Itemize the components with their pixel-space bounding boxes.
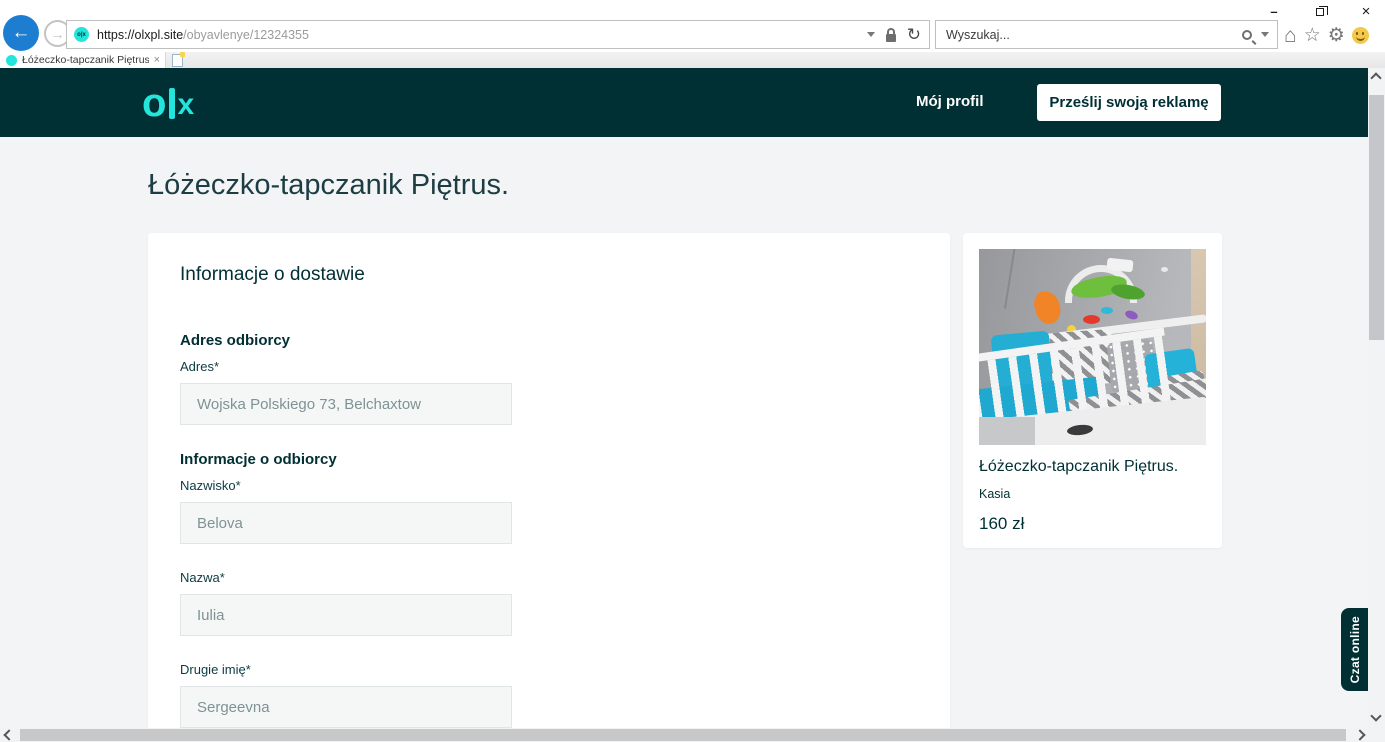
feedback-smiley-icon[interactable] — [1352, 27, 1369, 44]
address-bar-controls: ↻ — [867, 26, 921, 43]
chat-online-label: Czat online — [1348, 616, 1362, 683]
logo-bar — [169, 88, 175, 119]
image-wall-mark — [1161, 267, 1168, 272]
site-header: o x Mój profil Prześlij swoją reklamę — [0, 68, 1368, 137]
group-heading: Informacje o odbiorcy — [180, 451, 918, 468]
browser-toolbar: ⌂ ☆ ⚙ — [1284, 22, 1382, 48]
browser-window: – × ← → o|x https://olxpl.site/obyavleny… — [0, 0, 1385, 742]
close-icon: × — [1362, 3, 1371, 20]
vertical-scrollbar-thumb[interactable] — [1369, 95, 1384, 340]
restore-button[interactable] — [1309, 3, 1331, 20]
drugie-imie-field[interactable] — [180, 686, 512, 728]
tab-close-icon[interactable]: × — [154, 55, 160, 66]
page-content: Łóżeczko-tapczanik Piętrus. Informacje o… — [0, 137, 1368, 728]
minimize-button[interactable]: – — [1263, 3, 1285, 20]
lock-body — [886, 34, 896, 42]
nazwisko-field[interactable] — [180, 502, 512, 544]
adres-field[interactable] — [180, 383, 512, 425]
form-group-recipient: Informacje o odbiorcy Nazwisko* Nazwa* D… — [180, 451, 918, 728]
site-favicon-icon: o|x — [74, 27, 89, 42]
product-card: Łóżeczko-tapczanik Piętrus. Kasia 160 zł — [963, 233, 1222, 548]
search-box — [935, 20, 1278, 49]
image-toy-orange — [1031, 288, 1063, 326]
window-controls: – × — [1263, 3, 1377, 20]
tab-bar: Łóżeczko-tapczanik Piętrus. × — [0, 52, 1385, 68]
search-chevron-down-icon[interactable] — [1261, 32, 1269, 37]
chat-online-button[interactable]: Czat online — [1341, 608, 1368, 691]
scroll-down-icon[interactable] — [1370, 710, 1381, 721]
product-seller: Kasia — [979, 487, 1206, 501]
image-floor — [979, 417, 1035, 445]
lock-icon — [886, 28, 896, 42]
url-text: https://olxpl.site/obyavlenye/12324355 — [97, 28, 309, 42]
scroll-up-icon[interactable] — [1370, 72, 1381, 83]
scroll-left-icon[interactable] — [3, 729, 14, 740]
tab-active[interactable]: Łóżeczko-tapczanik Piętrus. × — [0, 52, 166, 68]
refresh-icon[interactable]: ↻ — [907, 26, 921, 43]
nazwa-field[interactable] — [180, 594, 512, 636]
back-button[interactable]: ← — [3, 15, 39, 51]
minimize-icon: – — [1270, 4, 1277, 19]
group-heading: Adres odbiorcy — [180, 332, 918, 349]
form-group-address: Adres odbiorcy Adres* — [180, 332, 918, 425]
restore-icon — [1316, 8, 1324, 16]
image-cord — [1004, 249, 1016, 309]
logo-letter-x: x — [177, 90, 194, 120]
tab-favicon-icon — [6, 55, 17, 66]
vertical-scrollbar[interactable] — [1368, 68, 1385, 728]
field-label-nazwisko: Nazwisko* — [180, 478, 918, 493]
lock-shackle — [887, 28, 895, 34]
chevron-down-icon[interactable] — [867, 32, 875, 37]
address-bar[interactable]: o|x https://olxpl.site/obyavlenye/123243… — [66, 20, 930, 49]
search-input[interactable] — [946, 28, 1242, 42]
search-icon[interactable] — [1242, 30, 1252, 40]
tab-title: Łóżeczko-tapczanik Piętrus. — [22, 54, 149, 66]
image-toy-teal — [1101, 307, 1113, 314]
product-image — [979, 249, 1206, 445]
browser-chrome: – × ← → o|x https://olxpl.site/obyavleny… — [0, 0, 1385, 52]
product-price: 160 zł — [979, 514, 1206, 534]
product-title: Łóżeczko-tapczanik Piętrus. — [979, 458, 1206, 476]
logo-letter-o: o — [142, 83, 166, 123]
image-toy-purple — [1124, 309, 1139, 321]
olx-logo[interactable]: o x — [142, 82, 194, 124]
my-profile-link[interactable]: Mój profil — [916, 93, 984, 110]
delivery-form-card: Informacje o dostawie Adres odbiorcy Adr… — [148, 233, 950, 728]
favorites-star-icon[interactable]: ☆ — [1304, 26, 1321, 45]
page-title: Łóżeczko-tapczanik Piętrus. — [148, 169, 509, 202]
page-viewport: o x Mój profil Prześlij swoją reklamę Łó… — [0, 68, 1368, 728]
url-host: https://olxpl.site — [97, 28, 183, 42]
field-label-drugie-imie: Drugie imię* — [180, 662, 918, 677]
image-toy-red — [1083, 315, 1100, 324]
home-icon[interactable]: ⌂ — [1284, 25, 1297, 46]
forward-arrow-icon: → — [51, 26, 65, 42]
horizontal-scrollbar[interactable] — [0, 728, 1385, 742]
field-label-nazwa: Nazwa* — [180, 570, 918, 585]
back-arrow-icon: ← — [12, 22, 31, 44]
submit-ad-button[interactable]: Prześlij swoją reklamę — [1037, 84, 1221, 121]
image-mobile-projector — [1106, 258, 1133, 273]
close-button[interactable]: × — [1355, 3, 1377, 20]
scroll-right-icon[interactable] — [1354, 729, 1365, 740]
horizontal-scrollbar-thumb[interactable] — [20, 729, 1346, 741]
new-tab-button[interactable] — [172, 54, 183, 67]
settings-gear-icon[interactable]: ⚙ — [1328, 26, 1345, 45]
url-path: /obyavlenye/12324355 — [183, 28, 309, 42]
form-heading: Informacje o dostawie — [180, 264, 918, 286]
field-label-adres: Adres* — [180, 359, 918, 374]
